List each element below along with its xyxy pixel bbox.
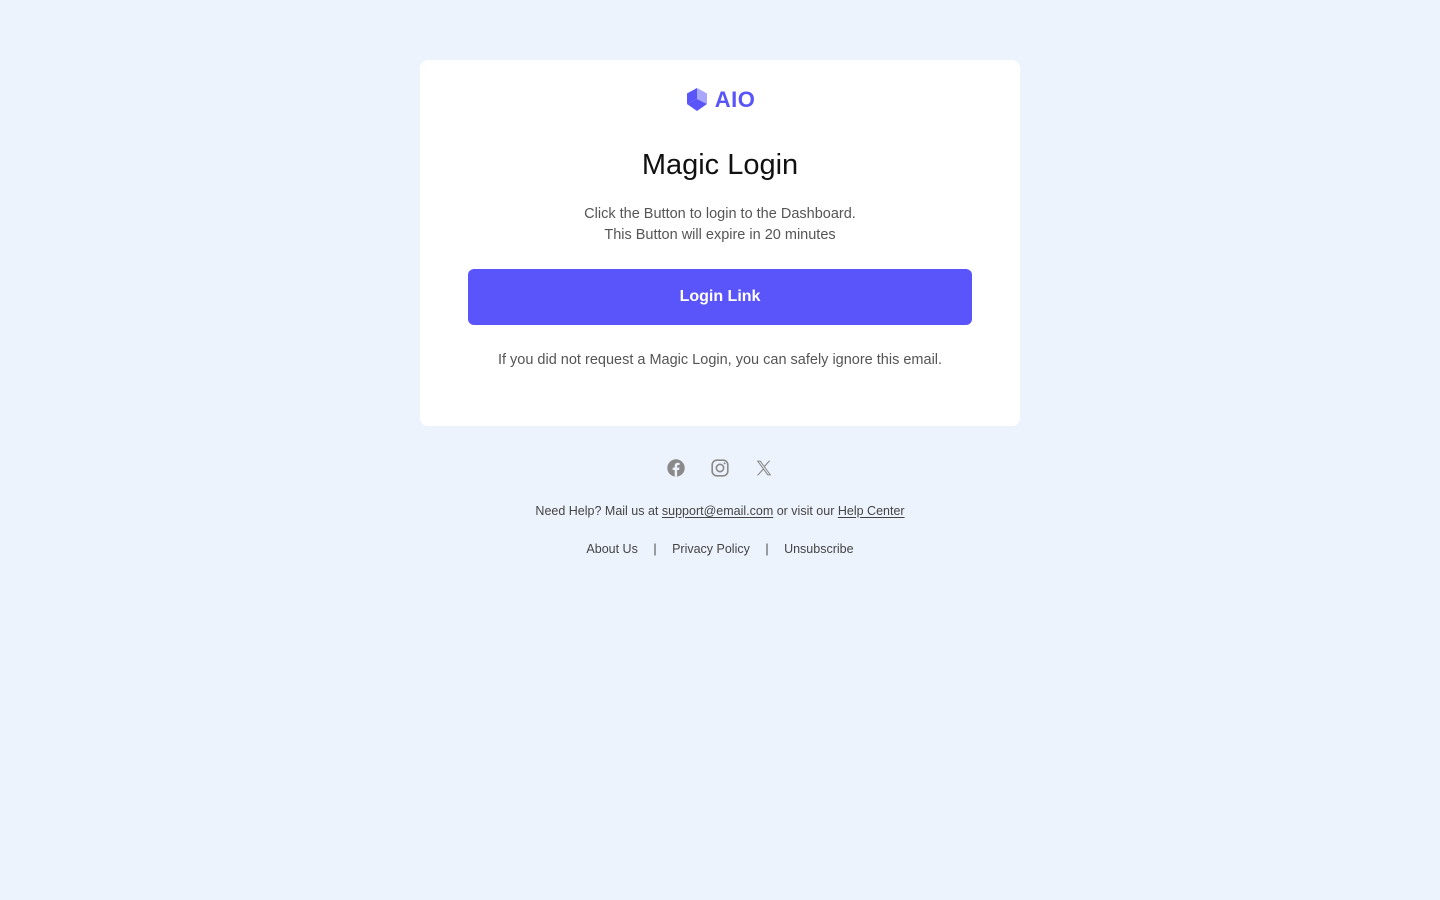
footer-separator: |: [765, 542, 769, 556]
login-link-button[interactable]: Login Link: [468, 269, 972, 325]
x-icon: [756, 460, 772, 476]
description: Click the Button to login to the Dashboa…: [420, 204, 1020, 246]
description-line: This Button will expire in 20 minutes: [604, 227, 836, 243]
help-prefix: Need Help? Mail us at: [535, 504, 659, 518]
ignore-note: If you did not request a Magic Login, yo…: [497, 352, 943, 368]
about-us-link[interactable]: About Us: [586, 542, 637, 556]
brand-name: AIO: [714, 87, 756, 112]
facebook-link[interactable]: [665, 457, 687, 479]
cube-logo-icon: [686, 88, 707, 111]
help-center-link[interactable]: Help Center: [838, 504, 905, 518]
privacy-policy-link[interactable]: Privacy Policy: [672, 542, 750, 556]
instagram-icon: [711, 459, 729, 477]
facebook-icon: [667, 459, 685, 477]
help-line: Need Help? Mail us at support@email.com …: [0, 502, 1440, 520]
instagram-link[interactable]: [709, 457, 731, 479]
social-links: [0, 457, 1440, 479]
email-page: AIO Magic Login Click the Button to logi…: [0, 0, 1440, 900]
unsubscribe-link[interactable]: Unsubscribe: [784, 542, 853, 556]
help-middle: or visit our: [776, 504, 835, 518]
page-title: Magic Login: [641, 149, 799, 181]
x-link[interactable]: [753, 457, 775, 479]
footer-separator: |: [653, 542, 657, 556]
brand-logo: AIO: [420, 84, 1020, 116]
footer-links: About Us | Privacy Policy | Unsubscribe: [0, 540, 1440, 558]
email-card: AIO Magic Login Click the Button to logi…: [420, 60, 1020, 426]
support-email-link[interactable]: support@email.com: [662, 504, 773, 518]
description-line: Click the Button to login to the Dashboa…: [584, 206, 856, 222]
